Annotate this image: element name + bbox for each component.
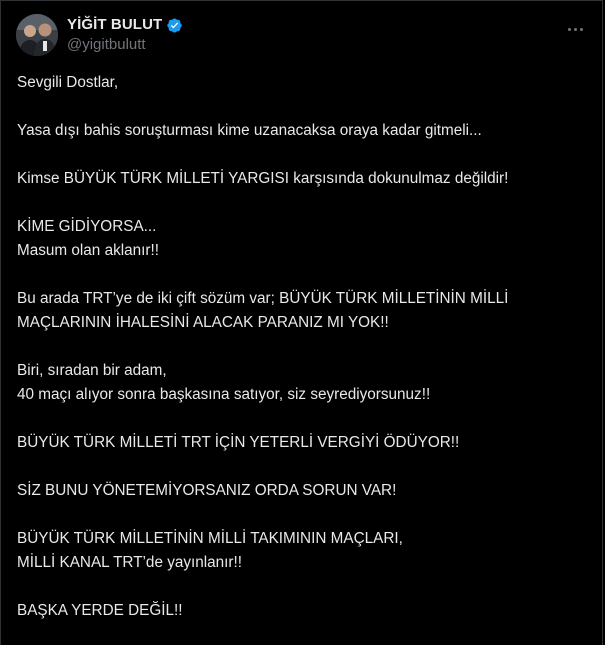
verified-badge-icon xyxy=(167,17,183,33)
tweet-paragraph: SİZ BUNU YÖNETEMİYORSANIZ ORDA SORUN VAR… xyxy=(17,482,397,499)
tweet-paragraph: Sevgili Dostlar, xyxy=(17,74,119,91)
tweet-paragraph: Kimse BÜYÜK TÜRK MİLLETİ YARGISI karşısı… xyxy=(17,170,509,187)
tweet-header: YİĞİT BULUT @yigitbulutt xyxy=(16,14,587,58)
more-dot xyxy=(573,27,577,31)
tweet-text: Sevgili Dostlar, Yasa dışı bahis soruştu… xyxy=(17,71,592,623)
tweet-paragraph: BÜYÜK TÜRK MİLLETİNİN MİLLİ TAKIMININ MA… xyxy=(17,530,403,571)
tweet-paragraph: BAŞKA YERDE DEĞİL!! xyxy=(17,602,183,619)
tweet-card: YİĞİT BULUT @yigitbulutt Sevgili Dostlar… xyxy=(0,0,603,645)
more-options-button[interactable] xyxy=(564,18,586,40)
author-name-row[interactable]: YİĞİT BULUT xyxy=(67,15,183,35)
author-info: YİĞİT BULUT @yigitbulutt xyxy=(67,15,183,55)
avatar-image xyxy=(16,14,58,56)
more-dot xyxy=(579,27,583,31)
tweet-paragraph: Biri, sıradan bir adam, 40 maçı alıyor s… xyxy=(17,362,431,403)
avatar[interactable] xyxy=(16,14,58,56)
tweet-paragraph: BÜYÜK TÜRK MİLLETİ TRT İÇİN YETERLİ VERG… xyxy=(17,434,460,451)
tweet-paragraph: Bu arada TRT’ye de iki çift sözüm var; B… xyxy=(17,290,513,331)
tweet-paragraph: Yasa dışı bahis soruşturması kime uzanac… xyxy=(17,122,482,139)
author-display-name[interactable]: YİĞİT BULUT xyxy=(67,15,162,35)
author-handle[interactable]: @yigitbulutt xyxy=(67,35,183,55)
more-horizontal-icon xyxy=(567,27,571,31)
tweet-paragraph: KİME GİDİYORSA... Masum olan aklanır!! xyxy=(17,218,159,259)
